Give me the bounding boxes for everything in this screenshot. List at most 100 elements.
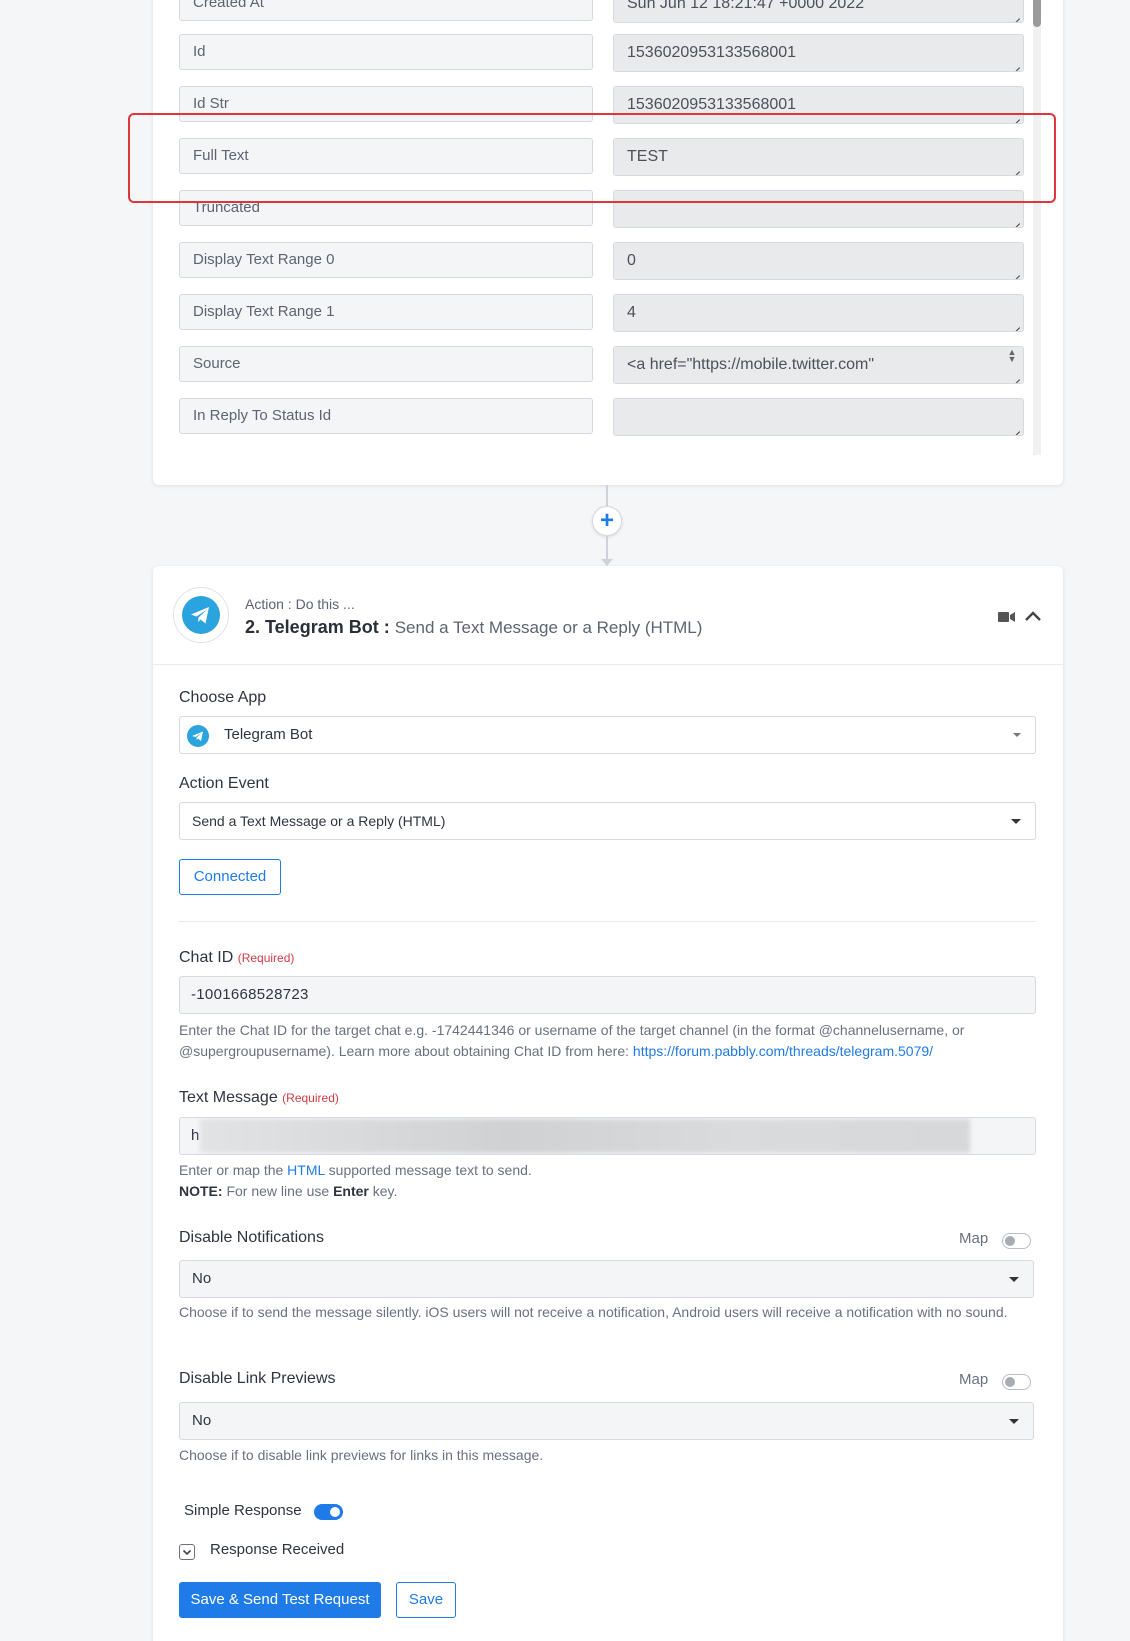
field-key: Created At (179, 0, 593, 21)
save-button[interactable]: Save (396, 1582, 456, 1618)
step-title-event: Send a Text Message or a Reply (HTML) (394, 618, 703, 637)
field-value-text: 4 (627, 304, 636, 321)
video-tutorial-icon[interactable] (998, 610, 1016, 624)
dropdown-caret-icon (1009, 1277, 1019, 1282)
chat-id-label: Chat ID (Required) (179, 949, 294, 967)
disable-notifications-help: Choose if to send the message silently. … (179, 1304, 1008, 1320)
chevron-down-icon (182, 1549, 192, 1556)
step-title-app: 2. Telegram Bot : (245, 617, 390, 637)
section-divider (179, 921, 1036, 922)
disable-link-previews-value: No (192, 1412, 212, 1429)
text-message-label: Text Message (Required) (179, 1089, 339, 1107)
action-event-value: Send a Text Message or a Reply (HTML) (192, 813, 446, 829)
text-message-input[interactable]: h (179, 1117, 1036, 1155)
text-message-label-text: Text Message (179, 1089, 278, 1106)
field-value-text: 1536020953133568001 (627, 44, 797, 61)
field-key: Display Text Range 0 (179, 242, 593, 278)
step-title[interactable]: 2. Telegram Bot : Send a Text Message or… (245, 617, 702, 638)
map-toggle[interactable] (1002, 1374, 1031, 1390)
field-value[interactable]: 4 (613, 294, 1024, 332)
text-message-value: h (191, 1127, 200, 1144)
collapse-chevron-up-icon[interactable] (1024, 609, 1042, 623)
resize-handle-icon[interactable] (1012, 60, 1021, 69)
field-value-text: 0 (627, 252, 636, 269)
field-value-text: Sun Jun 12 18:21:47 +0000 2022 (627, 0, 865, 12)
paper-plane-mini-icon (192, 731, 203, 741)
field-value[interactable]: 1536020953133568001 (613, 34, 1024, 72)
disable-notifications-label: Disable Notifications (179, 1229, 324, 1246)
disable-link-previews-help: Choose if to disable link previews for l… (179, 1447, 544, 1463)
telegram-logo-disc (182, 596, 220, 634)
arrow-down-icon (601, 559, 613, 566)
action-event-label: Action Event (179, 775, 269, 792)
choose-app-label: Choose App (179, 689, 267, 706)
highlight-box (128, 113, 1056, 203)
choose-app-select[interactable]: Telegram Bot (179, 716, 1036, 754)
note-key: Enter (333, 1183, 369, 1199)
paper-plane-icon (191, 607, 209, 624)
simple-response-toggle[interactable] (314, 1504, 343, 1520)
required-badge: (Required) (282, 1091, 339, 1105)
trigger-response-card: Created At Sun Jun 12 18:21:47 +0000 202… (153, 0, 1063, 485)
field-key: Source (179, 346, 593, 382)
card-header-divider (153, 664, 1063, 665)
required-badge: (Required) (237, 951, 295, 965)
resize-handle-icon[interactable] (1012, 268, 1021, 277)
response-received-label: Response Received (210, 1541, 345, 1558)
dropdown-caret-icon (1013, 733, 1021, 737)
field-row-source: Source <a href="https://mobile.twitter.c… (179, 346, 1024, 384)
field-value[interactable] (613, 398, 1024, 436)
step-subtitle: Action : Do this ... (245, 596, 355, 612)
save-send-test-request-button[interactable]: Save & Send Test Request (179, 1582, 381, 1618)
field-row-id: Id 1536020953133568001 (179, 34, 1024, 72)
telegram-logo-icon (173, 587, 229, 643)
choose-app-value: Telegram Bot (224, 726, 313, 743)
blurred-redaction (200, 1119, 970, 1153)
map-toggle[interactable] (1002, 1233, 1031, 1249)
scrollbar-track[interactable] (1033, 0, 1041, 455)
text-message-help: Enter or map the HTML supported message … (179, 1160, 1039, 1202)
scrollbar-thumb[interactable] (1033, 0, 1041, 27)
resize-handle-icon[interactable] (1012, 424, 1021, 433)
resize-handle-icon[interactable] (1012, 11, 1021, 20)
field-value-text: 1536020953133568001 (627, 96, 797, 113)
resize-handle-icon[interactable] (1012, 216, 1021, 225)
chat-id-help: Enter the Chat ID for the target chat e.… (179, 1020, 1039, 1062)
spinner-arrows-icon[interactable]: ▲ ▼ (1005, 348, 1019, 364)
chat-id-help-link[interactable]: https://forum.pabbly.com/threads/telegra… (633, 1043, 933, 1059)
map-label: Map (959, 1371, 989, 1388)
field-row-in-reply-to-status-id: In Reply To Status Id (179, 398, 1024, 436)
field-key: Display Text Range 1 (179, 294, 593, 330)
connected-button[interactable]: Connected (179, 859, 281, 895)
action-event-select[interactable]: Send a Text Message or a Reply (HTML) (179, 802, 1036, 840)
disable-notifications-select[interactable]: No (179, 1260, 1034, 1298)
text-message-help-prefix: Enter or map the (179, 1162, 288, 1178)
connector-line-bottom (606, 536, 608, 560)
field-row-created-at: Created At Sun Jun 12 18:21:47 +0000 202… (179, 0, 1024, 23)
disable-link-previews-select[interactable]: No (179, 1402, 1034, 1440)
resize-handle-icon[interactable] (1012, 320, 1021, 329)
html-help-link[interactable]: HTML (287, 1162, 325, 1178)
text-message-help-suffix: supported message text to send. (324, 1162, 532, 1178)
field-key: In Reply To Status Id (179, 398, 593, 434)
field-row-display-text-range-1: Display Text Range 1 4 (179, 294, 1024, 332)
resize-handle-icon[interactable] (1012, 372, 1021, 381)
map-label: Map (959, 1230, 989, 1247)
chat-id-label-text: Chat ID (179, 949, 234, 966)
field-value[interactable]: <a href="https://mobile.twitter.com" ▲ ▼ (613, 346, 1024, 384)
disable-link-previews-label: Disable Link Previews (179, 1370, 336, 1387)
response-received-checkbox[interactable] (179, 1544, 195, 1560)
field-value[interactable]: 0 (613, 242, 1024, 280)
dropdown-caret-icon (1009, 1419, 1019, 1424)
field-row-display-text-range-0: Display Text Range 0 0 (179, 242, 1024, 280)
dropdown-caret-icon (1011, 819, 1021, 824)
note-text: For new line use (222, 1183, 334, 1199)
field-value[interactable]: Sun Jun 12 18:21:47 +0000 2022 (613, 0, 1024, 23)
chat-id-input[interactable]: -1001668528723 (179, 976, 1036, 1014)
field-key: Id (179, 34, 593, 70)
telegram-mini-icon (187, 725, 209, 747)
add-step-button[interactable]: + (592, 506, 622, 536)
connector-line-top (606, 485, 608, 506)
note-label: NOTE: (179, 1183, 223, 1199)
simple-response-label: Simple Response (184, 1502, 302, 1519)
